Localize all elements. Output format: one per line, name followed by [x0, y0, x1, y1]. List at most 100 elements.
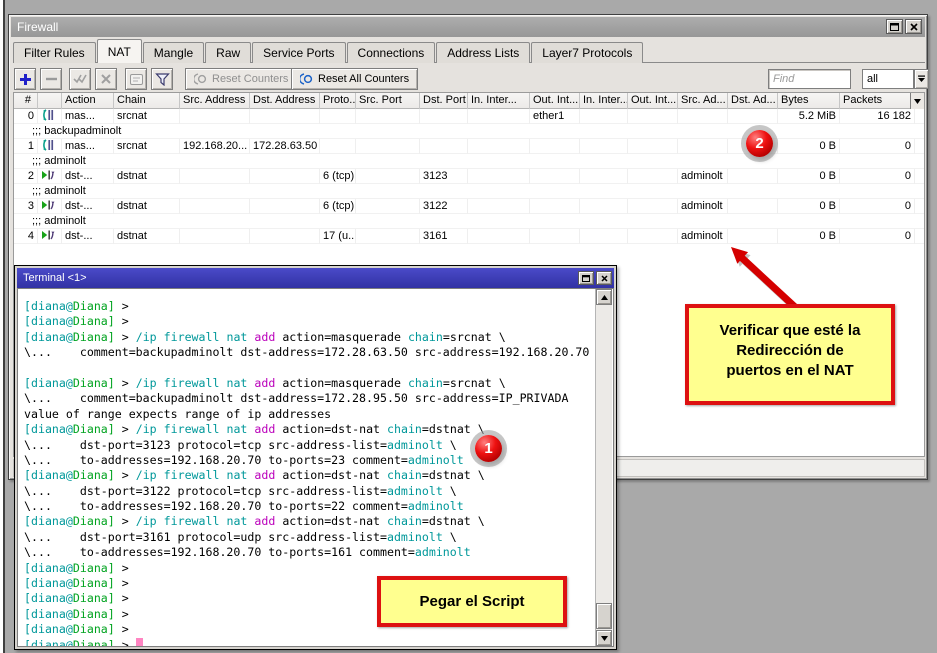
comment-button[interactable]	[125, 68, 147, 90]
column-header-src_address_list[interactable]: Src. Ad...	[678, 93, 728, 109]
cell-chain: srcnat	[114, 139, 180, 154]
minus-icon	[46, 77, 57, 81]
scrollbar-thumb[interactable]	[596, 603, 612, 629]
reset-all-counters-button[interactable]: Reset All Counters	[291, 68, 418, 90]
reset-all-counters-label: Reset All Counters	[318, 73, 409, 85]
enable-button[interactable]	[69, 68, 91, 90]
tab-service-ports[interactable]: Service Ports	[252, 42, 345, 63]
find-input[interactable]	[768, 69, 851, 89]
column-select-button[interactable]	[910, 93, 924, 109]
terminal-cursor	[136, 638, 143, 646]
table-row[interactable]: 4dst-...dstnat17 (u...3161adminolt0 B0	[14, 229, 924, 244]
column-header-num[interactable]: #	[14, 93, 38, 109]
column-header-action[interactable]: Action	[62, 93, 114, 109]
terminal-line: [diana@Diana] > /ip firewall nat add act…	[24, 422, 591, 437]
note-line: puertos en el NAT	[689, 361, 891, 381]
filter-scope-dropdown-button[interactable]	[914, 69, 929, 89]
tab-connections[interactable]: Connections	[347, 42, 436, 63]
firewall-titlebar[interactable]: Firewall	[11, 17, 925, 37]
close-button[interactable]	[905, 19, 922, 34]
terminal-scrollbar[interactable]	[595, 289, 612, 646]
terminal-close-button[interactable]	[596, 271, 612, 285]
column-header-packets[interactable]: Packets	[840, 93, 915, 109]
cell-chain: dstnat	[114, 199, 180, 214]
terminal-titlebar[interactable]: Terminal <1>	[17, 268, 614, 288]
column-header-out_interface_list[interactable]: Out. Int...	[628, 93, 678, 109]
double-check-icon	[73, 74, 87, 84]
maximize-button[interactable]	[886, 19, 903, 34]
reset-counters-button[interactable]: Reset Counters	[185, 68, 297, 90]
cell-out_interface_list	[628, 139, 678, 154]
cell-protocol	[320, 139, 356, 154]
table-row[interactable]: 3dst-...dstnat6 (tcp)3122adminolt0 B0	[14, 199, 924, 214]
column-header-protocol[interactable]: Proto...	[320, 93, 356, 109]
cell-in_interface	[468, 169, 530, 184]
terminal-line: \... to-addresses=192.168.20.70 to-ports…	[24, 499, 591, 514]
table-body: 0mas...srcnatether15.2 MiB16 182;;; back…	[14, 109, 924, 244]
cell-num: 0	[14, 109, 38, 124]
cell-in_interface_list	[580, 169, 628, 184]
cell-out_interface	[530, 139, 580, 154]
tab-raw[interactable]: Raw	[205, 42, 251, 63]
cell-bytes: 0 B	[778, 229, 840, 244]
cell-dst_port: 3123	[420, 169, 468, 184]
plus-icon	[19, 73, 32, 86]
maximize-icon	[582, 275, 590, 282]
tab-mangle[interactable]: Mangle	[143, 42, 204, 63]
cell-src_address_list: adminolt	[678, 229, 728, 244]
column-header-chain[interactable]: Chain	[114, 93, 180, 109]
cell-out_interface_list	[628, 199, 678, 214]
tab-filter-rules[interactable]: Filter Rules	[13, 42, 96, 63]
column-header-dst_address[interactable]: Dst. Address	[250, 93, 320, 109]
note-line: Pegar el Script	[419, 593, 524, 610]
tab-nat[interactable]: NAT	[97, 39, 142, 63]
chevron-down-icon	[914, 99, 921, 104]
table-row[interactable]: 1mas...srcnat192.168.20...172.28.63.500 …	[14, 139, 924, 154]
comment-row[interactable]: ;;; backupadminolt	[14, 124, 924, 139]
column-header-dst_address_list[interactable]: Dst. Ad...	[728, 93, 778, 109]
cell-src_address	[180, 229, 250, 244]
filter-button[interactable]	[151, 68, 173, 90]
cell-bytes: 0 B	[778, 169, 840, 184]
column-header-bytes[interactable]: Bytes	[778, 93, 840, 109]
comment-row[interactable]: ;;; adminolt	[14, 184, 924, 199]
column-header-icon[interactable]	[38, 93, 62, 109]
firewall-window-title: Firewall	[17, 20, 58, 34]
terminal-maximize-button[interactable]	[578, 271, 594, 285]
remove-button[interactable]	[40, 68, 62, 90]
cell-src_address_list	[678, 139, 728, 154]
table-row[interactable]: 0mas...srcnatether15.2 MiB16 182	[14, 109, 924, 124]
column-header-in_interface_list[interactable]: In. Inter...	[580, 93, 628, 109]
tab-address-lists[interactable]: Address Lists	[436, 42, 530, 63]
scroll-down-button[interactable]	[596, 630, 612, 646]
cell-num: 2	[14, 169, 38, 184]
cell-num: 1	[14, 139, 38, 154]
reset-all-counter-icon	[300, 73, 313, 85]
tab-layer7-protocols[interactable]: Layer7 Protocols	[531, 42, 643, 63]
column-header-dst_port[interactable]: Dst. Port	[420, 93, 468, 109]
cell-dst_address_list	[728, 199, 778, 214]
masquerade-icon	[41, 139, 54, 154]
cell-in_interface	[468, 139, 530, 154]
table-row[interactable]: 2dst-...dstnat6 (tcp)3123adminolt0 B0	[14, 169, 924, 184]
cell-icon	[38, 109, 62, 124]
cell-in_interface_list	[580, 139, 628, 154]
cell-in_interface	[468, 199, 530, 214]
column-header-src_address[interactable]: Src. Address	[180, 93, 250, 109]
terminal-line: \... dst-port=3123 protocol=tcp src-addr…	[24, 438, 591, 453]
column-header-out_interface[interactable]: Out. Int...	[530, 93, 580, 109]
terminal-window-title: Terminal <1>	[23, 272, 87, 284]
dst-nat-icon	[41, 199, 55, 214]
filter-scope-combobox[interactable]: all	[862, 69, 914, 89]
cell-in_interface_list	[580, 229, 628, 244]
comment-row[interactable]: ;;; adminolt	[14, 214, 924, 229]
column-header-src_port[interactable]: Src. Port	[356, 93, 420, 109]
column-header-in_interface[interactable]: In. Inter...	[468, 93, 530, 109]
close-icon	[910, 23, 918, 31]
comment-icon	[130, 74, 143, 85]
scroll-up-button[interactable]	[596, 289, 612, 305]
comment-row[interactable]: ;;; adminolt	[14, 154, 924, 169]
disable-button[interactable]	[95, 68, 117, 90]
add-button[interactable]	[14, 68, 36, 90]
cell-out_interface	[530, 229, 580, 244]
